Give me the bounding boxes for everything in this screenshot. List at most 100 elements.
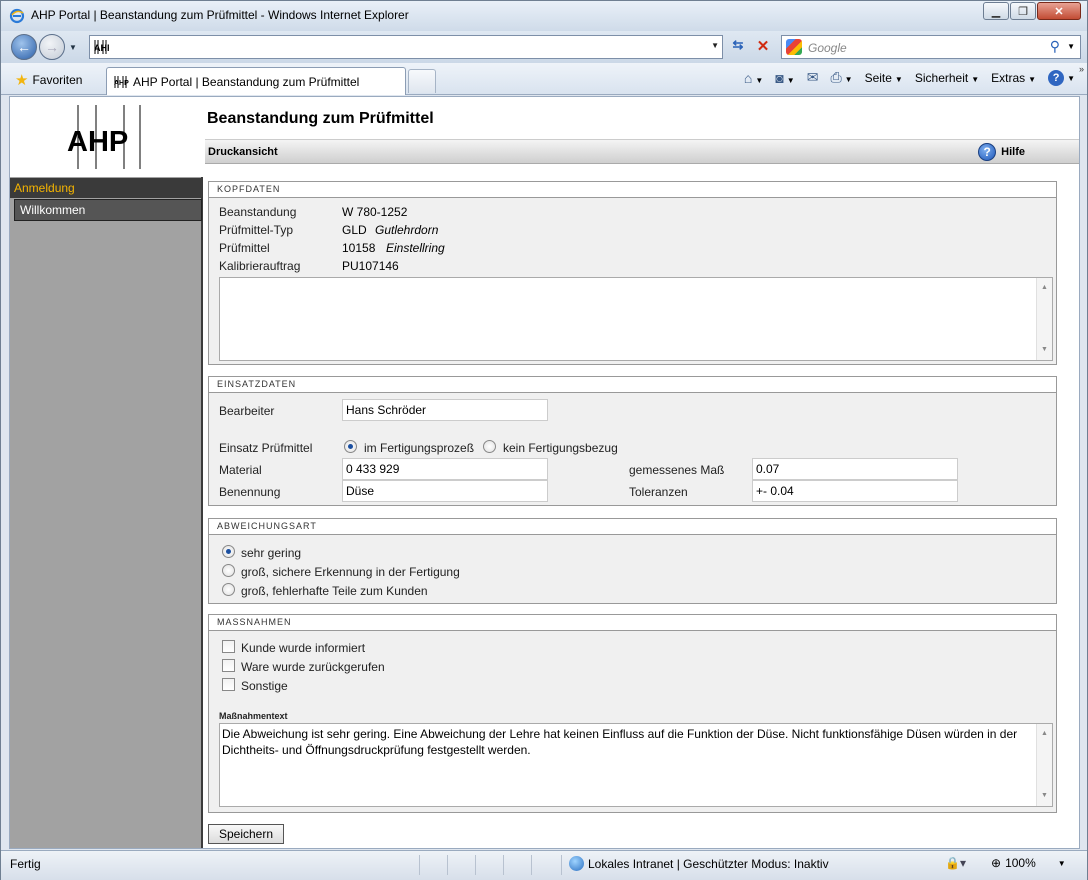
sidebar-item-willkommen[interactable]: Willkommen — [14, 199, 202, 221]
radio-sehr-gering[interactable] — [222, 545, 235, 558]
extras-menu-label: Extras — [991, 70, 1026, 85]
textarea-scrollbar[interactable]: ▲ ▼ — [1036, 724, 1052, 806]
value-kalibrierauftrag: PU107146 — [342, 259, 399, 273]
value-beanstandung: W 780-1252 — [342, 205, 408, 219]
help-label: Hilfe — [1001, 146, 1025, 158]
address-dropdown-icon[interactable]: ▼ — [711, 41, 719, 50]
kopfdaten-notes-textarea[interactable]: ▲ ▼ — [219, 277, 1053, 361]
material-input[interactable]: 0 433 929 — [342, 458, 548, 480]
scroll-up-icon[interactable]: ▲ — [1041, 726, 1048, 742]
navigation-bar: ← → ▼ AHP ▼ ⇆ ✕ Google ⚲ ▼ — [1, 31, 1087, 63]
checkbox-kunde-informiert[interactable] — [222, 640, 235, 653]
status-divider — [503, 855, 504, 875]
browser-tab[interactable]: AHP AHP Portal | Beanstandung zum Prüfmi… — [106, 67, 406, 95]
print-view-link[interactable]: Druckansicht — [208, 146, 278, 158]
refresh-icon[interactable]: ⇆ — [728, 37, 748, 57]
minimize-button[interactable]: ▁ — [983, 2, 1009, 20]
label-beanstandung: Beanstandung — [219, 205, 297, 219]
label-kalibrierauftrag: Kalibrierauftrag — [219, 259, 301, 273]
home-icon: ⌂ — [743, 69, 753, 86]
security-zone[interactable]: Lokales Intranet | Geschützter Modus: In… — [569, 856, 829, 871]
ie-logo-icon — [9, 8, 25, 24]
star-icon: ★ — [15, 72, 29, 89]
search-dropdown-icon[interactable]: ▼ — [1067, 42, 1075, 51]
svg-text:AHP: AHP — [94, 43, 109, 53]
stop-icon[interactable]: ✕ — [753, 37, 773, 57]
textarea-scrollbar[interactable]: ▲ ▼ — [1036, 278, 1052, 360]
massnahmentext-textarea[interactable]: Die Abweichung ist sehr gering. Eine Abw… — [219, 723, 1053, 807]
feeds-button[interactable]: ◙ ▼ — [775, 70, 794, 86]
legend-massnahmen: MASSNAHMEN — [209, 615, 1056, 631]
print-button[interactable]: ⎙ ▼ — [830, 69, 852, 86]
ahp-favicon-icon: AHP — [114, 75, 129, 88]
label-pruefmittel-typ: Prüfmittel-Typ — [219, 223, 294, 237]
history-dropdown-icon[interactable]: ▼ — [69, 43, 77, 52]
protected-mode-icon[interactable]: 🔒▾ — [945, 856, 966, 870]
favorites-button[interactable]: ★ Favoriten — [15, 71, 82, 89]
search-box[interactable]: Google ⚲ ▼ — [781, 35, 1081, 59]
label-sonstige: Sonstige — [241, 679, 288, 693]
ahp-favicon-icon: AHP — [94, 40, 109, 54]
zoom-dropdown-icon[interactable]: ▼ — [1058, 859, 1066, 868]
label-benennung: Benennung — [219, 485, 281, 499]
scroll-up-icon[interactable]: ▲ — [1041, 280, 1048, 296]
status-divider — [419, 855, 420, 875]
legend-kopfdaten: KOPFDATEN — [209, 182, 1056, 198]
new-tab-button[interactable] — [408, 69, 436, 93]
fieldset-kopfdaten: KOPFDATEN Beanstandung W 780-1252 Prüfmi… — [208, 181, 1057, 365]
save-button[interactable]: Speichern — [208, 824, 284, 844]
value-pruefmittel-typ-name: Gutlehrdorn — [375, 223, 439, 237]
mail-button[interactable]: ✉ — [807, 69, 819, 86]
zoom-control[interactable]: ⊕ 100% ▼ — [991, 856, 1066, 870]
address-bar[interactable]: AHP ▼ — [89, 35, 723, 59]
label-im-fertigungsprozess: im Fertigungsprozeß — [364, 441, 475, 455]
sidebar-section-anmeldung[interactable]: Anmeldung — [10, 178, 203, 198]
value-pruefmittel-name: Einstellring — [386, 241, 445, 255]
scroll-down-icon[interactable]: ▼ — [1041, 342, 1048, 358]
page-menu-label: Seite — [864, 70, 892, 85]
help-icon: ? — [978, 143, 997, 161]
label-pruefmittel: Prüfmittel — [219, 241, 270, 255]
maximize-button[interactable]: ❐ — [1010, 2, 1036, 20]
radio-fehlerhafte-teile[interactable] — [222, 583, 235, 596]
printer-icon: ⎙ — [830, 69, 842, 85]
svg-text:AHP: AHP — [114, 80, 129, 87]
svg-text:AHP: AHP — [67, 126, 128, 158]
extras-menu[interactable]: Extras ▼ — [991, 71, 1036, 85]
help-menu[interactable]: ? ▼ — [1048, 69, 1075, 86]
logo-area: AHP — [10, 97, 203, 177]
zoom-icon: ⊕ — [991, 856, 1002, 870]
window-title: AHP Portal | Beanstandung zum Prüfmittel… — [31, 8, 409, 22]
chevron-icon[interactable]: » — [1079, 64, 1084, 74]
bearbeiter-input[interactable]: Hans Schröder — [342, 399, 548, 421]
back-button[interactable]: ← — [11, 34, 37, 60]
radio-kein-fertigungsbezug[interactable] — [483, 440, 496, 453]
gemessenes-mass-input[interactable]: 0.07 — [752, 458, 958, 480]
radio-sichere-erkennung[interactable] — [222, 564, 235, 577]
status-text: Fertig — [10, 857, 41, 871]
fieldset-abweichungsart: ABWEICHUNGSART sehr gering groß, sichere… — [208, 518, 1057, 604]
forward-button[interactable]: → — [39, 34, 65, 60]
page-title: Beanstandung zum Prüfmittel — [207, 110, 434, 127]
favorites-bar: ★ Favoriten AHP AHP Portal | Beanstandun… — [1, 63, 1087, 95]
toleranzen-input[interactable]: +- 0.04 — [752, 480, 958, 502]
label-gemessenes-mass: gemessenes Maß — [629, 463, 725, 477]
ahp-logo: AHP — [67, 105, 141, 169]
checkbox-ware-zurueckgerufen[interactable] — [222, 659, 235, 672]
benennung-input[interactable]: Düse — [342, 480, 548, 502]
page-menu[interactable]: Seite ▼ — [865, 71, 903, 85]
close-button[interactable]: ✕ — [1037, 2, 1081, 20]
page-toolbar: Druckansicht ? Hilfe — [205, 139, 1079, 164]
help-link[interactable]: ? Hilfe — [978, 143, 1025, 161]
google-icon — [786, 39, 802, 55]
home-button[interactable]: ⌂ ▼ — [744, 70, 763, 86]
label-kunde-informiert: Kunde wurde informiert — [241, 641, 366, 655]
scroll-down-icon[interactable]: ▼ — [1041, 788, 1048, 804]
help-icon: ? — [1048, 69, 1065, 86]
fieldset-massnahmen: MASSNAHMEN Kunde wurde informiert Ware w… — [208, 614, 1057, 813]
search-icon[interactable]: ⚲ — [1050, 38, 1060, 55]
security-menu[interactable]: Sicherheit ▼ — [915, 71, 979, 85]
intranet-globe-icon — [569, 856, 584, 871]
radio-im-fertigungsprozess[interactable] — [344, 440, 357, 453]
checkbox-sonstige[interactable] — [222, 678, 235, 691]
